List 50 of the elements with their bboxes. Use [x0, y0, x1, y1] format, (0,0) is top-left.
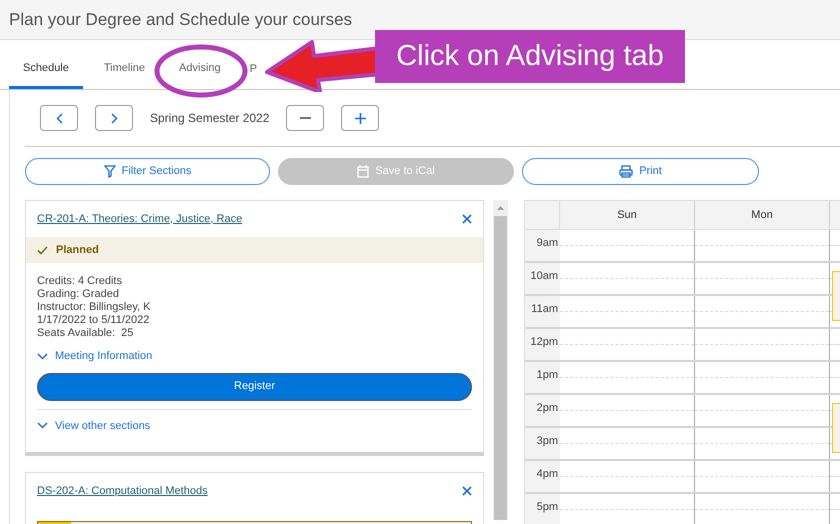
zoom-in-button[interactable]: [341, 105, 380, 131]
status-label: Planned: [56, 242, 99, 258]
callout-text: Click on Advising tab: [396, 38, 664, 74]
term-label: Spring Semester 2022: [150, 110, 270, 127]
course-detail: 1/17/2022 to 5/11/2022: [37, 314, 150, 327]
next-button[interactable]: [95, 105, 133, 131]
action-button[interactable]: Print: [522, 158, 759, 185]
close-icon[interactable]: [462, 214, 472, 224]
check-icon: [37, 246, 48, 254]
day-header: Sun: [560, 201, 695, 229]
course-title-link[interactable]: DS-202-A: Computational Methods: [37, 482, 208, 500]
close-icon[interactable]: [462, 486, 472, 496]
calendar-icon: [357, 165, 370, 178]
filter-icon: [104, 165, 116, 178]
hour-label: 3pm: [536, 435, 558, 447]
minus-icon: [300, 117, 311, 119]
hour-label: 12pm: [530, 336, 558, 348]
course-title-link[interactable]: CR-201-A: Theories: Crime, Justice, Race: [37, 210, 242, 228]
hour-label: 11am: [531, 303, 558, 315]
hour-label: 4pm: [536, 468, 558, 480]
scrollbar[interactable]: [493, 200, 508, 520]
hour-label: 9am: [536, 237, 558, 249]
hour-label: 1pm: [536, 369, 558, 381]
calendar-event[interactable]: [832, 271, 840, 321]
course-detail: Seats Available: 25: [37, 327, 134, 340]
register-button[interactable]: Register: [37, 372, 472, 400]
scroll-up-icon: [497, 206, 504, 210]
day-header: Mon: [695, 201, 830, 229]
hour-label: 10am: [530, 270, 558, 282]
action-button[interactable]: Filter Sections: [25, 158, 270, 185]
view-other-sections-link[interactable]: View other sections: [37, 418, 472, 434]
course-detail: Grading: Graded: [37, 288, 120, 301]
course-detail: Instructor: Billingsley, K: [37, 301, 152, 314]
tab[interactable]: Schedule: [9, 51, 83, 89]
chevron-left-icon: [56, 112, 62, 124]
previous-button[interactable]: [40, 105, 78, 131]
meeting-information-link[interactable]: Meeting Information: [37, 348, 472, 364]
chevron-down-icon: [37, 352, 48, 360]
tab[interactable]: P: [238, 59, 257, 79]
course-detail: Credits: 4 Credits: [37, 275, 123, 288]
calendar-event[interactable]: [832, 403, 840, 453]
hour-label: 5pm: [536, 501, 558, 513]
hour-label: 2pm: [536, 402, 558, 414]
zoom-out-button[interactable]: [286, 105, 324, 131]
chevron-right-icon: [110, 112, 118, 124]
plus-icon: [354, 112, 366, 124]
chevron-down-icon: [37, 422, 48, 430]
page-title: Plan your Degree and Schedule your courses: [9, 8, 352, 31]
printer-icon: [619, 165, 634, 178]
tab[interactable]: Timeline: [86, 51, 162, 89]
